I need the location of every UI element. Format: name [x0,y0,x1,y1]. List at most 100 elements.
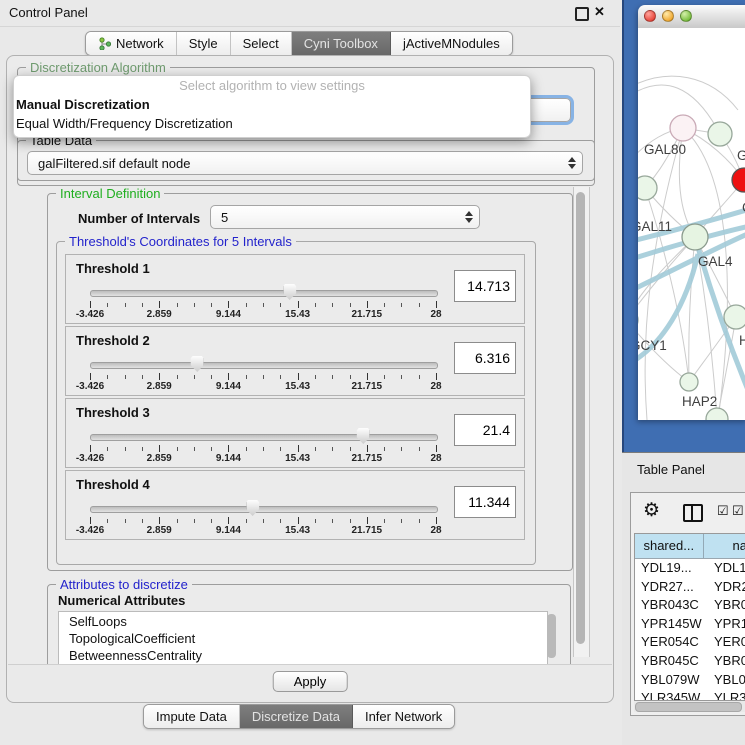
attributes-group: Attributes to discretize Numerical Attri… [47,584,571,670]
node-table-header: shared... na [635,534,745,559]
minimize-traffic-light-icon[interactable] [662,10,674,22]
close-traffic-light-icon[interactable] [644,10,656,22]
table-panel-title: Table Panel [637,462,705,477]
threshold-1-slider-thumb[interactable] [283,284,296,300]
threshold-2-slider-thumb[interactable] [191,356,204,372]
zoom-traffic-light-icon[interactable] [680,10,692,22]
network-node-h[interactable] [724,305,745,329]
table-row[interactable]: YDR27...YDR2 [635,578,745,597]
threshold-2-slider[interactable]: -3.4262.8599.14415.4321.71528 [90,357,436,393]
right-panel: GAL80 G C GAL11 GAL4 GCY1 H HAP2 Table P… [622,0,745,745]
slider-track[interactable] [90,434,438,441]
apply-button[interactable]: Apply [273,671,348,692]
table-row[interactable]: YPR145WYPR1 [635,615,745,634]
tab-jactivemnodules[interactable]: jActiveMNodules [391,32,512,55]
float-window-icon[interactable] [575,7,589,21]
interval-definition-group-title: Interval Definition [56,186,164,201]
table-row[interactable]: YBR043CYBR0 [635,596,745,615]
numerical-attributes-label: Numerical Attributes [58,593,185,608]
interval-definition-group: Interval Definition Number of Intervals … [47,193,573,571]
network-node-red-selected[interactable] [732,168,745,192]
table-cell: YDR2 [710,578,745,597]
threshold-3-value-field[interactable] [454,414,516,446]
checkbox-icon[interactable]: ☑ [732,503,744,519]
checkbox-icon[interactable]: ☑ [717,503,729,519]
threshold-4-slider-thumb[interactable] [246,500,259,516]
threshold-4-label: Threshold 4 [76,477,150,492]
threshold-1-slider[interactable]: -3.4262.8599.14415.4321.71528 [90,285,436,321]
cyni-toolbox-panel: Discretization Algorithm Select algorith… [6,55,614,703]
split-columns-icon[interactable] [683,504,703,522]
network-window-frame: GAL80 G C GAL11 GAL4 GCY1 H HAP2 [622,0,745,452]
table-row[interactable]: YBR045CYBR0 [635,652,745,671]
discretization-algorithm-group-title: Discretization Algorithm [26,60,170,75]
table-cell: YDR27... [635,578,710,597]
node-label-gal4: GAL4 [698,254,733,269]
threshold-3-slider[interactable]: -3.4262.8599.14415.4321.71528 [90,429,436,465]
tab-select[interactable]: Select [231,32,292,55]
threshold-2-value-field[interactable] [454,342,516,374]
apply-bar: Apply [8,664,612,702]
tab-discretize-data[interactable]: Discretize Data [240,705,353,728]
network-canvas[interactable]: GAL80 G C GAL11 GAL4 GCY1 H HAP2 [638,28,745,420]
column-header-shared-name[interactable]: shared... [635,534,704,558]
table-data-combobox-value: galFiltered.sif default node [38,156,190,171]
threshold-4-value-field[interactable] [454,486,516,518]
numerical-attributes-list[interactable]: SelfLoopsTopologicalCoefficientBetweenne… [58,611,548,665]
table-cell: YBR043C [635,596,710,615]
tab-impute-data[interactable]: Impute Data [144,705,240,728]
table-data-combobox[interactable]: galFiltered.sif default node [27,151,583,175]
threshold-coordinates-group: Threshold's Coordinates for 5 Intervals … [56,241,536,565]
node-table-container: ⚙ ☑ ☑ shared... na YDL19...YDL1YDR27...Y… [630,492,745,716]
tab-cyni-toolbox[interactable]: Cyni Toolbox [292,32,391,55]
slider-ticks [90,517,436,524]
attribute-item[interactable]: BetweennessCentrality [59,648,547,665]
node-label-gal11: GAL11 [638,219,672,234]
attributes-list-scrollbar[interactable] [547,614,556,658]
slider-track[interactable] [90,506,438,513]
threshold-4-slider[interactable]: -3.4262.8599.14415.4321.71528 [90,501,436,537]
attribute-item[interactable]: TopologicalCoefficient [59,631,547,648]
number-of-intervals-label: Number of Intervals [78,211,200,226]
threshold-1-value-field[interactable] [454,270,516,302]
slider-ticklabels: -3.4262.8599.14415.4321.71528 [90,453,436,465]
algorithm-option-equal-width[interactable]: Equal Width/Frequency Discretization [14,114,530,133]
gear-icon[interactable]: ⚙ [643,499,660,522]
number-of-intervals-combobox[interactable]: 5 [210,205,480,229]
table-row[interactable]: YER054CYER0 [635,633,745,652]
table-row[interactable]: YDL19...YDL1 [635,559,745,578]
panel-scrollbar[interactable] [573,187,590,657]
table-cell: YLR345W [635,689,710,701]
table-cell: YDL1 [710,559,745,578]
table-horizontal-scrollbar[interactable] [634,701,745,712]
slider-ticks [90,445,436,452]
table-cell: YPR145W [635,615,710,634]
tab-network[interactable]: Network [86,32,177,55]
panel-scrollbar-thumb[interactable] [576,192,585,644]
attribute-item[interactable]: SelfLoops [59,614,547,631]
network-node-gal11[interactable] [638,176,657,200]
screen: Control Panel ✕ Network Style Select Cyn… [0,0,745,745]
tab-infer-network[interactable]: Infer Network [353,705,454,728]
network-node-top-right[interactable] [708,122,732,146]
slider-track[interactable] [90,290,438,297]
tab-style[interactable]: Style [177,32,231,55]
table-row[interactable]: YBL079WYBL0 [635,671,745,690]
node-label-hap2: HAP2 [682,394,717,409]
network-node-bottom[interactable] [706,408,728,420]
node-label-g-partial: G [737,148,745,163]
table-horizontal-scrollbar-thumb[interactable] [635,702,742,712]
network-node-hap2[interactable] [680,373,698,391]
threshold-3-slider-thumb[interactable] [357,428,370,444]
threshold-2-box: Threshold 2 -3.4262.8599.14415.4321.7152… [65,326,525,396]
close-icon[interactable]: ✕ [594,4,605,20]
table-row[interactable]: YLR345WYLR3 [635,689,745,701]
slider-track[interactable] [90,362,438,369]
number-of-intervals-value: 5 [221,210,228,225]
network-node-gal4[interactable] [682,224,708,250]
network-window-titlebar[interactable] [638,5,745,29]
slider-ticklabels: -3.4262.8599.14415.4321.71528 [90,309,436,321]
column-header-name[interactable]: na [704,534,745,558]
network-node-pink[interactable] [670,115,696,141]
algorithm-option-manual[interactable]: Manual Discretization [14,95,530,114]
